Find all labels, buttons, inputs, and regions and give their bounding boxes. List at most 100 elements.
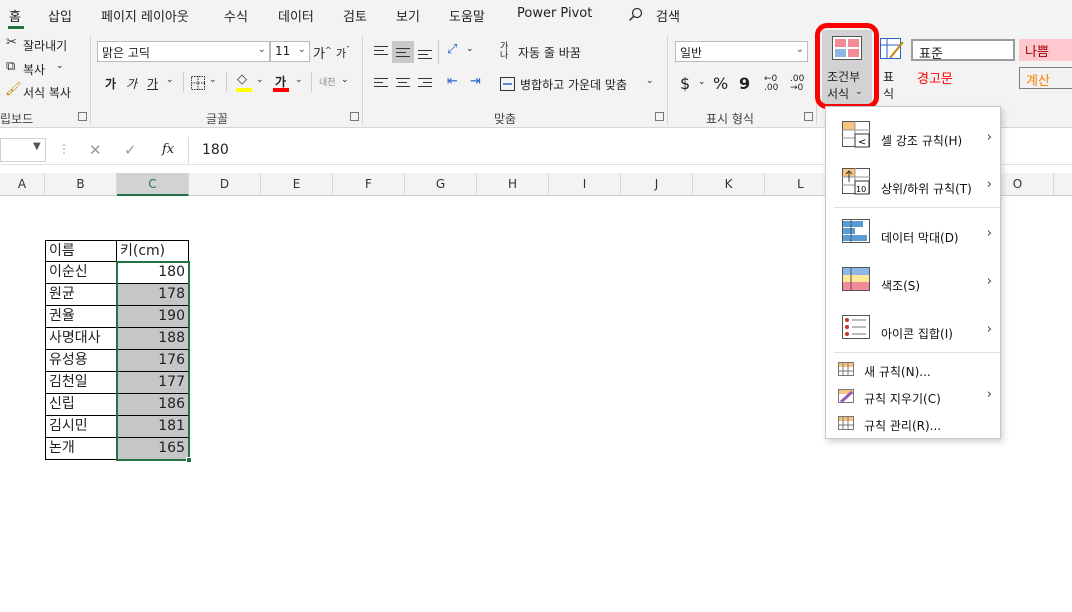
tab-home[interactable]: 홈 [9, 6, 21, 25]
table-row-name[interactable]: 사명대사 [45, 328, 117, 350]
menu-item-data-bars[interactable]: 데이터 막대(D) › [826, 209, 1000, 255]
tab-review[interactable]: 검토 [343, 6, 367, 25]
decrease-decimal-icon[interactable]: .00 →0 [790, 75, 804, 93]
chevron-down-icon[interactable]: ⌄ [646, 76, 654, 86]
column-header-b[interactable]: B [45, 173, 117, 196]
currency-button[interactable]: $ [680, 74, 690, 93]
menu-item-color-scales[interactable]: 색조(S) › [826, 257, 1000, 303]
column-header-e[interactable]: E [261, 173, 333, 196]
table-row-name[interactable]: 김천일 [45, 372, 117, 394]
tab-page-layout[interactable]: 페이지 레이아웃 [101, 6, 189, 25]
number-format-select[interactable]: 일반 ⌄ [675, 41, 808, 62]
decrease-font-icon[interactable]: 가ˇ [336, 45, 350, 61]
underline-button[interactable]: 가 [147, 75, 158, 92]
menu-item-clear-rules[interactable]: 규칙 지우기(C) › [826, 384, 1000, 408]
bold-button[interactable]: 가 [105, 75, 116, 92]
insert-function-button[interactable]: fx [162, 142, 174, 157]
name-box[interactable]: ▼ [0, 138, 46, 162]
table-row-height[interactable]: 181 [117, 416, 189, 438]
menu-item-manage-rules[interactable]: 규칙 관리(R)... [826, 411, 1000, 435]
tab-power-pivot[interactable]: Power Pivot [517, 6, 592, 21]
alignment-launcher-icon[interactable] [655, 112, 664, 121]
table-row-name[interactable]: 논개 [45, 438, 117, 460]
column-header-j[interactable]: J [621, 173, 693, 196]
chevron-down-icon[interactable]: ⌄ [209, 75, 217, 85]
formula-input[interactable]: 180 [202, 142, 229, 158]
font-name-select[interactable]: 맑은 고딕 ⌄ [97, 41, 270, 62]
table-header-height[interactable]: 키(cm) [117, 240, 189, 262]
table-row-name[interactable]: 권율 [45, 306, 117, 328]
column-header-a[interactable]: A [0, 173, 45, 196]
phonetic-guide-icon[interactable]: 내천 [319, 75, 336, 88]
table-row-height[interactable]: 180 [117, 262, 189, 284]
table-row-height[interactable]: 188 [117, 328, 189, 350]
column-header-f[interactable]: F [333, 173, 405, 196]
copy-button[interactable]: 복사 [23, 61, 45, 78]
cancel-icon[interactable]: ✕ [89, 141, 102, 159]
align-center-icon[interactable] [396, 78, 410, 90]
chevron-down-icon[interactable]: ⌄ [256, 75, 264, 85]
align-top-icon[interactable] [374, 46, 388, 58]
font-launcher-icon[interactable] [350, 112, 359, 121]
style-normal[interactable]: 표준 [911, 39, 1015, 62]
enter-icon[interactable]: ✓ [124, 141, 137, 159]
tab-data[interactable]: 데이터 [278, 6, 314, 25]
align-right-icon[interactable] [418, 78, 432, 90]
table-row-height[interactable]: 177 [117, 372, 189, 394]
table-row-height[interactable]: 178 [117, 284, 189, 306]
column-header-d[interactable]: D [189, 173, 261, 196]
table-header-name[interactable]: 이름 [45, 240, 117, 262]
column-header-g[interactable]: G [405, 173, 477, 196]
increase-indent-icon[interactable]: ⇥ [470, 74, 481, 89]
menu-item-new-rule[interactable]: 새 규칙(N)... [826, 357, 1000, 381]
table-row-name[interactable]: 원균 [45, 284, 117, 306]
cut-button[interactable]: 잘라내기 [23, 37, 67, 54]
style-calc[interactable]: 계산 [1019, 67, 1072, 89]
menu-item-top-bottom-rules[interactable]: 10 상위/하위 규칙(T) › [826, 162, 1000, 208]
decrease-indent-icon[interactable]: ⇤ [447, 74, 458, 89]
menu-item-icon-sets[interactable]: 아이콘 집합(I) › [826, 305, 1000, 351]
column-header-c[interactable]: C [117, 173, 189, 196]
column-header-h[interactable]: H [477, 173, 549, 196]
search-icon[interactable] [628, 7, 644, 23]
number-launcher-icon[interactable] [804, 112, 813, 121]
style-bad[interactable]: 나쁨 [1019, 39, 1072, 61]
font-size-select[interactable]: 11 ⌄ [270, 41, 310, 62]
format-painter-button[interactable]: 서식 복사 [23, 84, 71, 101]
border-icon[interactable] [191, 76, 205, 90]
align-middle-icon[interactable] [396, 48, 410, 60]
tab-help[interactable]: 도움말 [449, 6, 485, 25]
percent-button[interactable]: % [713, 74, 728, 93]
menu-item-highlight-rules[interactable]: < 셀 강조 규칙(H) › [826, 115, 1000, 161]
table-row-height[interactable]: 186 [117, 394, 189, 416]
chevron-down-icon[interactable]: ⌄ [698, 77, 706, 87]
fill-handle[interactable] [186, 457, 192, 463]
search-label[interactable]: 검색 [656, 6, 680, 25]
table-row-name[interactable]: 이순신 [45, 262, 117, 284]
table-row-name[interactable]: 김시민 [45, 416, 117, 438]
format-as-table-icon[interactable] [880, 38, 904, 60]
table-row-height[interactable]: 165 [117, 438, 189, 460]
format-as-table-label[interactable]: 표 [883, 68, 894, 85]
fill-color-icon[interactable]: ◇ [237, 72, 247, 87]
wrap-text-icon[interactable]: 가나 [500, 43, 508, 61]
style-warning[interactable]: 경고문 [911, 66, 1015, 88]
wrap-text-button[interactable]: 자동 줄 바꿈 [518, 44, 581, 61]
align-bottom-icon[interactable] [418, 50, 432, 62]
table-row-height[interactable]: 176 [117, 350, 189, 372]
clipboard-launcher-icon[interactable] [78, 112, 87, 121]
chevron-down-icon[interactable]: ⌄ [56, 61, 64, 71]
chevron-down-icon[interactable]: ⌄ [341, 75, 349, 85]
column-header-i[interactable]: I [549, 173, 621, 196]
merge-center-icon[interactable] [500, 77, 515, 91]
increase-font-icon[interactable]: 가^ [313, 43, 332, 62]
tab-formulas[interactable]: 수식 [224, 6, 248, 25]
tab-view[interactable]: 보기 [396, 6, 420, 25]
chevron-down-icon[interactable]: ⌄ [466, 44, 474, 54]
align-left-icon[interactable] [374, 78, 388, 90]
orientation-icon[interactable]: ⤢ [447, 42, 457, 57]
format-as-table-label-2[interactable]: 식 [883, 85, 894, 102]
italic-button[interactable]: 가 [126, 75, 137, 92]
increase-decimal-icon[interactable]: ←0.00 [764, 75, 778, 93]
table-row-name[interactable]: 신립 [45, 394, 117, 416]
